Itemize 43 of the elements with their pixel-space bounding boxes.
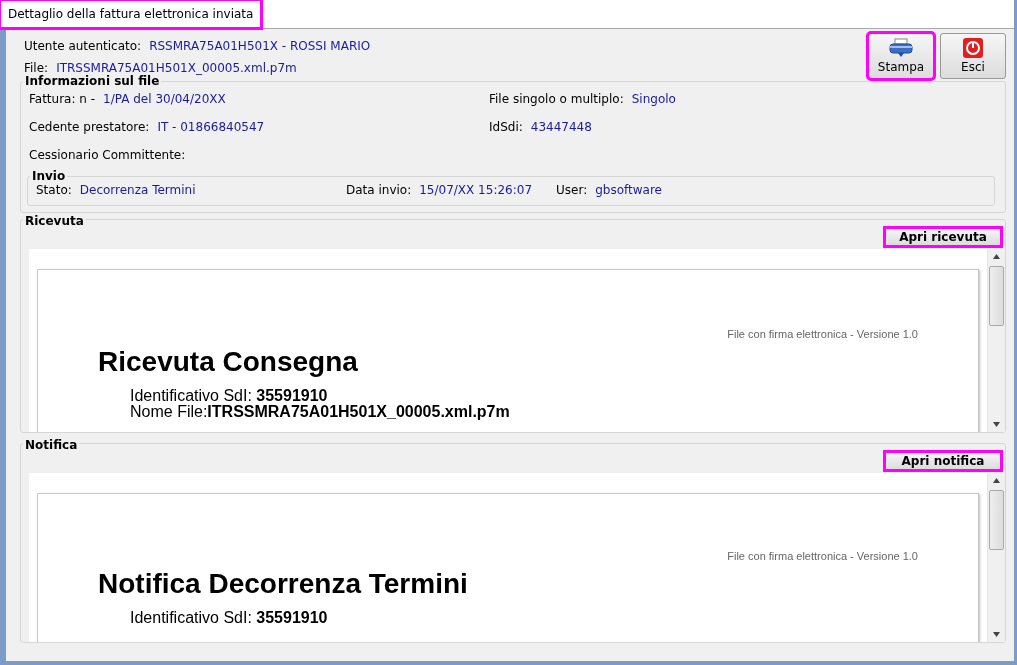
version-note: File con firma elettronica - Versione 1.0: [726, 328, 918, 340]
field-value: Decorrenza Termini: [79, 183, 196, 197]
power-icon: [962, 38, 984, 58]
field-value: 15/07/XX 15:26:07: [419, 183, 532, 197]
field-value: 43447448: [530, 120, 592, 134]
field-label: Cessionario Committente:: [29, 148, 186, 162]
window-title: Dettaglio della fattura elettronica inviata: [0, 0, 262, 28]
document-heading: Notifica Decorrenza Termini: [98, 568, 469, 600]
scroll-down-icon[interactable]: [993, 422, 1000, 427]
field-value: gbsoftware: [595, 183, 662, 197]
field-label: File singolo o multiplo:: [489, 92, 624, 106]
document-line: Nome File:ITRSSMRA75A01H501X_00005.xml.p7m: [129, 404, 511, 420]
exit-button[interactable]: Esci: [940, 33, 1006, 79]
field-value: Singolo: [631, 92, 676, 106]
field-value: 1/PA del 30/04/20XX: [103, 92, 226, 106]
field-label: Data invio:: [346, 183, 412, 197]
printer-icon: [889, 38, 913, 58]
field-label: Cedente prestatore:: [29, 120, 150, 134]
group-title: Informazioni sul file: [23, 74, 162, 88]
scrollbar[interactable]: [987, 473, 1005, 642]
field-label: IdSdi:: [489, 120, 523, 134]
document-line: Identificativo SdI: 35591910: [129, 388, 329, 404]
group-title: Invio: [30, 169, 68, 183]
field-label: File:: [24, 61, 49, 75]
field-label: Utente autenticato:: [24, 39, 142, 53]
scroll-up-icon[interactable]: [993, 478, 1000, 483]
open-button[interactable]: Apri ricevuta: [885, 228, 1001, 246]
panel-title: Notifica: [23, 438, 80, 452]
print-button[interactable]: Stampa: [868, 33, 934, 79]
field-label: Stato:: [36, 183, 72, 197]
open-button[interactable]: Apri notifica: [885, 452, 1001, 470]
field-value: IT - 01866840547: [157, 120, 265, 134]
field-value: ITRSSMRA75A01H501X_00005.xml.p7m: [56, 61, 297, 75]
scroll-up-icon[interactable]: [993, 254, 1000, 259]
document-line: Identificativo SdI: 35591910: [129, 610, 329, 626]
field-label: Fattura: n -: [29, 92, 96, 106]
field-value: RSSMRA75A01H501X - ROSSI MARIO: [149, 39, 371, 53]
scroll-down-icon[interactable]: [993, 632, 1000, 637]
field-label: User:: [556, 183, 588, 197]
version-note: File con firma elettronica - Versione 1.0: [726, 550, 918, 562]
panel-title: Ricevuta: [23, 214, 86, 228]
document-heading: Ricevuta Consegna: [98, 346, 359, 378]
scrollbar[interactable]: [987, 249, 1005, 432]
